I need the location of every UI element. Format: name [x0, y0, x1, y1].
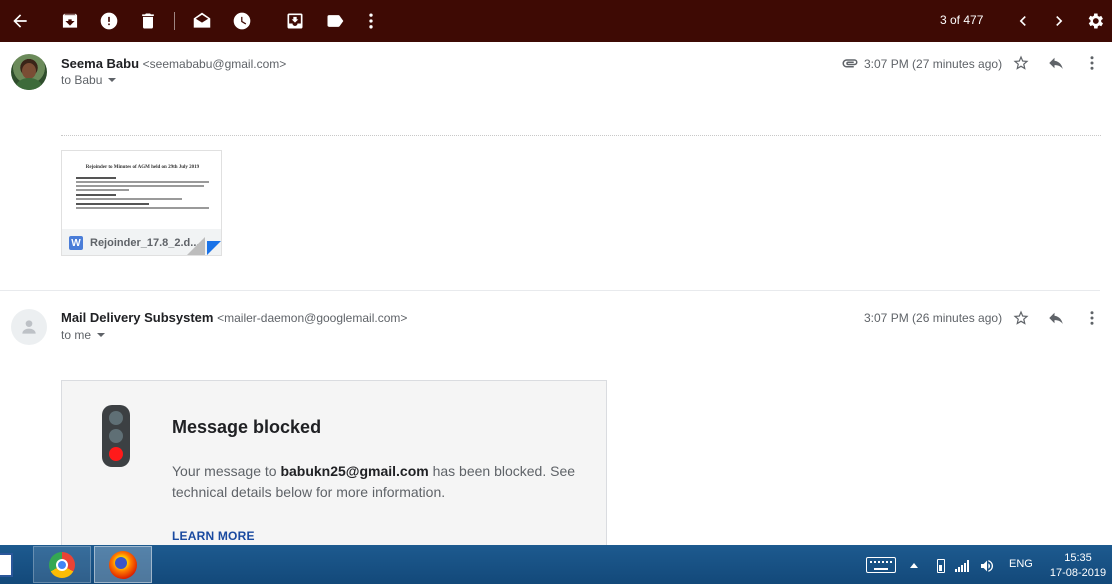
star-icon[interactable]	[1010, 307, 1032, 329]
attachment-preview-title: Rejoinder to Minutes of AGM held on 29th…	[85, 165, 200, 170]
drive-corner-icon	[207, 241, 221, 255]
report-spam-icon[interactable]	[97, 9, 121, 33]
sender-name[interactable]: Seema Babu	[61, 56, 139, 71]
blocked-recipient: babukn25@gmail.com	[280, 463, 429, 479]
toolbar-separator	[174, 12, 175, 30]
blocked-title: Message blocked	[172, 417, 322, 437]
chrome-icon[interactable]	[33, 546, 91, 583]
reply-icon[interactable]	[1045, 307, 1067, 329]
attachment-filename: Rejoinder_17.8_2.d...	[90, 237, 200, 249]
recipient-label: to Babu	[61, 73, 103, 87]
word-icon[interactable]	[0, 546, 14, 583]
recipient-details-toggle[interactable]: to me	[61, 328, 106, 342]
recipient-details-toggle[interactable]: to Babu	[61, 73, 117, 87]
blocked-description: Your message to babukn25@gmail.com has b…	[172, 463, 576, 500]
move-to-icon[interactable]	[283, 9, 307, 33]
learn-more-link[interactable]: LEARN MORE	[172, 529, 255, 543]
attachment-icon	[840, 52, 860, 74]
archive-icon[interactable]	[58, 9, 82, 33]
avatar[interactable]	[11, 309, 47, 345]
chevron-down-icon	[108, 78, 117, 82]
quoted-divider	[61, 135, 1101, 136]
gmail-toolbar: 3 of 477	[0, 0, 1112, 42]
attachment-preview: Rejoinder to Minutes of AGM held on 29th…	[62, 151, 221, 229]
sender-email: <seemababu@gmail.com>	[142, 57, 287, 71]
sender-email: <mailer-daemon@googlemail.com>	[217, 311, 408, 325]
clock-time: 15:35	[1064, 552, 1092, 564]
more-vert-icon[interactable]	[1081, 307, 1103, 329]
network-signal-icon[interactable]	[955, 560, 971, 572]
reply-icon[interactable]	[1045, 52, 1067, 74]
input-language[interactable]: ENG	[1009, 558, 1033, 570]
volume-icon[interactable]	[978, 558, 996, 574]
sender-name[interactable]: Mail Delivery Subsystem	[61, 310, 213, 325]
firefox-icon[interactable]	[94, 546, 152, 583]
back-arrow-icon[interactable]	[8, 9, 32, 33]
sender-line: Mail Delivery Subsystem <mailer-daemon@g…	[61, 310, 407, 325]
attachment-card[interactable]: Rejoinder to Minutes of AGM held on 29th…	[61, 150, 222, 256]
message-time: 3:07 PM (26 minutes ago)	[864, 311, 1003, 325]
windows-taskbar	[0, 545, 1112, 584]
gear-icon[interactable]	[1083, 9, 1107, 33]
more-vert-icon[interactable]	[359, 9, 383, 33]
chevron-left-icon[interactable]	[1011, 9, 1035, 33]
recipient-label: to me	[61, 328, 92, 342]
star-icon[interactable]	[1010, 52, 1032, 74]
message-time: 3:07 PM (27 minutes ago)	[864, 57, 1003, 71]
snooze-icon[interactable]	[230, 9, 254, 33]
word-file-icon: W	[69, 236, 83, 250]
clock-date: 17-08-2019	[1049, 567, 1107, 579]
message-blocked-card: Message blocked Your message to babukn25…	[61, 380, 607, 560]
message-counter: 3 of 477	[940, 13, 984, 27]
mark-unread-icon[interactable]	[190, 9, 214, 33]
system-clock[interactable]: 15:35 17-08-2019	[1046, 551, 1110, 581]
battery-icon[interactable]	[937, 559, 945, 573]
chevron-down-icon	[97, 333, 106, 337]
sender-line: Seema Babu <seemababu@gmail.com>	[61, 56, 286, 71]
person-icon	[22, 320, 36, 334]
show-hidden-icons-icon[interactable]	[910, 563, 918, 568]
label-icon[interactable]	[323, 9, 347, 33]
message-divider	[0, 290, 1100, 291]
traffic-light-icon	[102, 405, 130, 467]
more-vert-icon[interactable]	[1081, 52, 1103, 74]
delete-icon[interactable]	[136, 9, 160, 33]
touch-keyboard-icon[interactable]	[866, 557, 896, 573]
chevron-right-icon[interactable]	[1047, 9, 1071, 33]
avatar[interactable]	[11, 54, 47, 90]
page-fold-icon	[187, 237, 205, 255]
